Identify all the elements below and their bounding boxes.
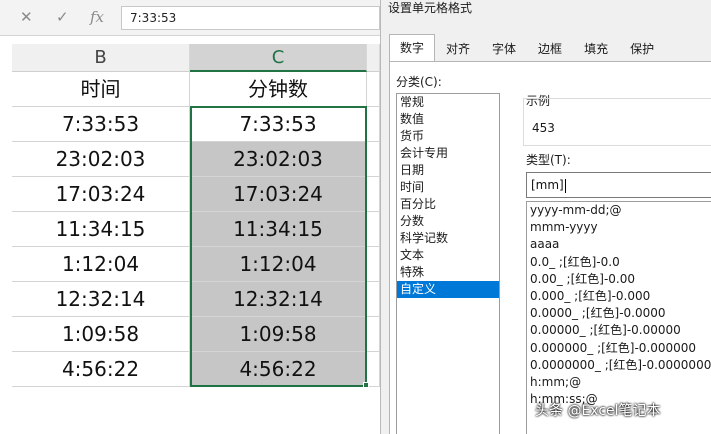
cell-d[interactable] (367, 212, 380, 247)
tab-border[interactable]: 边框 (527, 36, 573, 62)
cell-d[interactable] (367, 282, 380, 317)
cell-b[interactable]: 4:56:22 (12, 352, 190, 387)
category-item[interactable]: 数值 (397, 111, 499, 128)
cell-d[interactable] (367, 177, 380, 212)
cell-c[interactable]: 7:33:53 (190, 107, 367, 142)
cell-c[interactable]: 4:56:22 (190, 352, 367, 387)
sample-group: 453 (523, 98, 711, 146)
watermark: 头条 @Excel笔记本 (535, 403, 661, 419)
cell-c[interactable]: 17:03:24 (190, 177, 367, 212)
category-item[interactable]: 文本 (397, 247, 499, 264)
tab-alignment[interactable]: 对齐 (435, 36, 481, 62)
cell-c[interactable]: 23:02:03 (190, 142, 367, 177)
tab-protection[interactable]: 保护 (619, 36, 665, 62)
cell-d[interactable] (367, 72, 380, 107)
type-input-value: [mm] (531, 178, 564, 192)
category-item[interactable]: 时间 (397, 179, 499, 196)
format-code-item[interactable]: 0.0000_ ;[红色]-0.0000 (527, 305, 711, 322)
check-icon[interactable]: ✓ (56, 8, 69, 26)
cell-b[interactable]: 1:09:58 (12, 317, 190, 352)
category-item[interactable]: 特殊 (397, 264, 499, 281)
cell-c[interactable]: 11:34:15 (190, 212, 367, 247)
category-item[interactable]: 日期 (397, 162, 499, 179)
column-header-d[interactable] (367, 44, 380, 72)
format-cells-dialog: 设置单元格格式 数字 对齐 字体 边框 填充 保护 分类(C): 常规 数值 货币会… (380, 0, 711, 434)
cell-c-header[interactable]: 分钟数 (190, 72, 367, 107)
category-item[interactable]: 货币 (397, 128, 499, 145)
tab-fill[interactable]: 填充 (573, 36, 619, 62)
category-label: 分类(C): (396, 75, 442, 89)
cell-c[interactable]: 12:32:14 (190, 282, 367, 317)
category-item[interactable]: 自定义 (397, 281, 499, 298)
cell-b[interactable]: 23:02:03 (12, 142, 190, 177)
sample-value: 453 (532, 121, 555, 135)
dialog-tabs: 数字 对齐 字体 边框 填充 保护 (389, 34, 665, 62)
category-item[interactable]: 分数 (397, 213, 499, 230)
cell-d[interactable] (367, 142, 380, 177)
cell-d[interactable] (367, 247, 380, 282)
format-code-item[interactable]: 0.00000_ ;[红色]-0.00000 (527, 322, 711, 339)
cell-c[interactable]: 1:09:58 (190, 317, 367, 352)
format-code-item[interactable]: 0.0_ ;[红色]-0.0 (527, 254, 711, 271)
format-code-item[interactable]: 0.00_ ;[红色]-0.00 (527, 271, 711, 288)
cell-b[interactable]: 7:33:53 (12, 107, 190, 142)
format-code-item[interactable]: aaaa (527, 236, 711, 253)
cancel-icon[interactable]: ✕ (20, 8, 33, 26)
fill-handle[interactable] (363, 382, 369, 388)
format-code-item[interactable]: 0.0000000_ ;[红色]-0.0000000 (527, 357, 711, 374)
cell-b[interactable]: 12:32:14 (12, 282, 190, 317)
format-code-item[interactable]: yyyy-mm-dd;@ (527, 202, 711, 219)
formula-bar: ✕ ✓ fx 7:33:53 (0, 0, 380, 36)
text-caret (564, 178, 566, 193)
category-item[interactable]: 科学记数 (397, 230, 499, 247)
dialog-title: 设置单元格格式 (388, 1, 473, 15)
formula-input[interactable]: 7:33:53 (121, 6, 380, 30)
function-icon[interactable]: fx (90, 8, 104, 26)
format-code-item[interactable]: 0.000_ ;[红色]-0.000 (527, 288, 711, 305)
tab-number[interactable]: 数字 (389, 34, 436, 62)
cell-b[interactable]: 17:03:24 (12, 177, 190, 212)
cell-d[interactable] (367, 107, 380, 142)
column-header-b[interactable]: B (12, 44, 190, 72)
category-item[interactable]: 常规 (397, 94, 499, 111)
cell-c[interactable]: 1:12:04 (190, 247, 367, 282)
cell-b-header[interactable]: 时间 (12, 72, 190, 107)
format-code-item[interactable]: mmm-yyyy (527, 219, 711, 236)
category-list[interactable]: 常规 数值 货币 会计专用 日期 时间 百分比 分数 科学记数 文本 特殊 自定义 (396, 93, 500, 434)
cell-b[interactable]: 1:12:04 (12, 247, 190, 282)
tab-font[interactable]: 字体 (481, 36, 527, 62)
format-code-item[interactable]: h:mm;@ (527, 374, 711, 391)
column-header-c[interactable]: C (190, 44, 367, 72)
type-label: 类型(T): (526, 153, 571, 167)
number-panel: 分类(C): 常规 数值 货币 会计专用 日期 时间 百分比 分数 科学记数 文本 特殊 自定义 示例… (389, 61, 711, 434)
category-item[interactable]: 百分比 (397, 196, 499, 213)
spreadsheet-grid: B C 时间 分钟数 7:33:53 7:33:53 23:02:03 23:02:03 1… (0, 36, 380, 434)
format-code-item[interactable]: 0.000000_ ;[红色]-0.000000 (527, 340, 711, 357)
cell-d[interactable] (367, 317, 380, 352)
type-input[interactable]: [mm] (526, 172, 711, 198)
cell-b[interactable]: 11:34:15 (12, 212, 190, 247)
category-item[interactable]: 会计专用 (397, 145, 499, 162)
